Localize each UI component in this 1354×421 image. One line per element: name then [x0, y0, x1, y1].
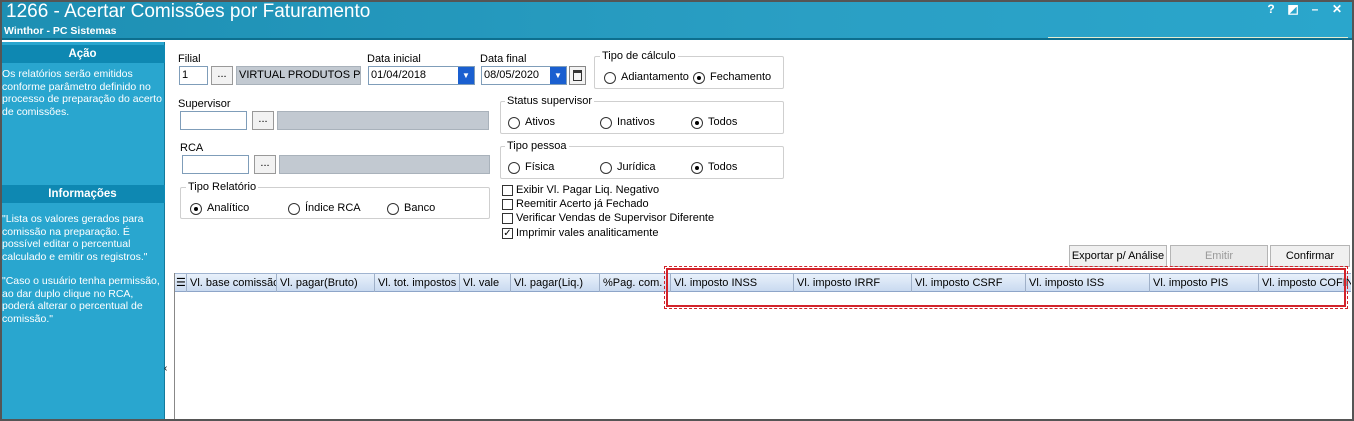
grid-menu-icon[interactable]: ☰: [175, 274, 187, 292]
radio-pessoa-fisica-label: Física: [525, 161, 555, 173]
radio-relatorio-analitico-label: Analítico: [207, 202, 250, 214]
info-header: Informações: [0, 185, 165, 203]
chevron-down-icon[interactable]: ▼: [458, 67, 474, 84]
chevron-down-icon[interactable]: ▼: [550, 67, 566, 84]
radio-status-inativos[interactable]: [600, 117, 612, 129]
exportar-analise-button[interactable]: Exportar p/ Análise: [1069, 245, 1167, 267]
checkbox-verificar-vendas-label: Verificar Vendas de Supervisor Diferente: [516, 212, 715, 224]
radio-status-todos[interactable]: [691, 117, 703, 129]
radio-relatorio-analitico[interactable]: [190, 203, 202, 215]
data-final-value: 08/05/2020: [484, 69, 540, 81]
title-divider: [1048, 37, 1348, 38]
tipo-pessoa-title: Tipo pessoa: [505, 140, 569, 152]
filial-search-button[interactable]: ...: [211, 66, 233, 85]
data-inicial-value: 01/04/2018: [371, 69, 427, 81]
minimize-icon[interactable]: –: [1306, 1, 1324, 17]
filial-label: Filial: [178, 53, 201, 65]
checkbox-imprimir-vales[interactable]: ✓: [502, 228, 513, 239]
rca-code-input[interactable]: [182, 155, 249, 174]
data-final-input[interactable]: 08/05/2020 ▼: [481, 66, 567, 85]
radio-pessoa-todos[interactable]: [691, 162, 703, 174]
filial-code-input[interactable]: 1: [179, 66, 208, 85]
info-text-1: "Lista os valores gerados para comissão …: [2, 213, 148, 263]
checkbox-exibir-negativo[interactable]: [502, 185, 513, 196]
comissoes-grid[interactable]: ☰ Vl. base comissão Vl. pagar(Bruto) Vl.…: [174, 273, 1351, 421]
chevron-left-icon[interactable]: ‹: [164, 362, 172, 376]
tipo-calculo-title: Tipo de cálculo: [600, 50, 678, 62]
sidebar: Ação Os relatórios serão emitidos confor…: [0, 42, 165, 421]
confirmar-button[interactable]: Confirmar: [1270, 245, 1350, 267]
col-vl-vale[interactable]: Vl. vale: [460, 274, 511, 292]
radio-pessoa-todos-label: Todos: [708, 161, 738, 173]
data-inicial-label: Data inicial: [367, 53, 421, 65]
supervisor-code-input[interactable]: [180, 111, 247, 130]
data-inicial-input[interactable]: 01/04/2018 ▼: [368, 66, 475, 85]
radio-fechamento-label: Fechamento: [710, 71, 772, 83]
data-final-label: Data final: [480, 53, 527, 65]
radio-fechamento[interactable]: [693, 72, 705, 84]
col-vl-imposto-iss[interactable]: Vl. imposto ISS: [1026, 274, 1150, 292]
col-vl-tot-impostos[interactable]: Vl. tot. impostos: [375, 274, 460, 292]
radio-adiantamento-label: Adiantamento: [621, 71, 689, 83]
radio-relatorio-indice-rca-label: Índice RCA: [305, 202, 361, 214]
radio-pessoa-fisica[interactable]: [508, 162, 520, 174]
checkbox-exibir-negativo-label: Exibir Vl. Pagar Liq. Negativo: [516, 184, 660, 196]
rca-name-field: [279, 155, 490, 174]
tipo-relatorio-title: Tipo Relatório: [186, 181, 259, 193]
rca-search-button[interactable]: ...: [254, 155, 276, 174]
col-vl-pagar-bruto[interactable]: Vl. pagar(Bruto): [277, 274, 375, 292]
checkbox-verificar-vendas[interactable]: [502, 213, 513, 224]
grid-header: ☰ Vl. base comissão Vl. pagar(Bruto) Vl.…: [175, 273, 1351, 292]
radio-status-todos-label: Todos: [708, 116, 738, 128]
radio-relatorio-banco-label: Banco: [404, 202, 436, 214]
supervisor-search-button[interactable]: ...: [252, 111, 274, 130]
checkbox-imprimir-vales-label: Imprimir vales analiticamente: [516, 227, 659, 239]
col-vl-imposto-pis[interactable]: Vl. imposto PIS: [1150, 274, 1259, 292]
filial-name-field: VIRTUAL PRODUTOS PES: [236, 66, 361, 85]
supervisor-label: Supervisor: [178, 98, 231, 110]
col-vl-imposto-csrf[interactable]: Vl. imposto CSRF: [912, 274, 1026, 292]
main-panel: Filial 1 ... VIRTUAL PRODUTOS PES Data i…: [164, 42, 1351, 421]
restore-icon[interactable]: ◩: [1284, 1, 1302, 17]
rca-label: RCA: [180, 142, 204, 154]
col-pag-com[interactable]: %Pag. com.: [600, 274, 671, 292]
help-icon[interactable]: ?: [1262, 1, 1280, 17]
acao-header: Ação: [0, 45, 165, 63]
window-subtitle: Winthor - PC Sistemas: [4, 25, 117, 37]
radio-adiantamento[interactable]: [604, 72, 616, 84]
info-text-2: "Caso o usuário tenha permissão, ao dar …: [2, 275, 160, 325]
emitir-button[interactable]: Emitir: [1170, 245, 1268, 267]
col-vl-imposto-cofins[interactable]: Vl. imposto COFINS: [1259, 274, 1351, 292]
radio-pessoa-juridica-label: Jurídica: [617, 161, 656, 173]
col-vl-base-comissao[interactable]: Vl. base comissão: [187, 274, 277, 292]
checkbox-reemitir-acerto[interactable]: [502, 199, 513, 210]
radio-relatorio-indice-rca[interactable]: [288, 203, 300, 215]
close-icon[interactable]: ✕: [1328, 1, 1346, 17]
col-vl-imposto-inss[interactable]: Vl. imposto INSS: [671, 274, 794, 292]
col-vl-pagar-liq[interactable]: Vl. pagar(Liq.): [511, 274, 600, 292]
calendar-icon[interactable]: [569, 66, 586, 85]
radio-status-ativos-label: Ativos: [525, 116, 555, 128]
title-bar: 1266 - Acertar Comissões por Faturamento…: [0, 0, 1354, 40]
radio-status-ativos[interactable]: [508, 117, 520, 129]
radio-relatorio-banco[interactable]: [387, 203, 399, 215]
window-title: 1266 - Acertar Comissões por Faturamento: [6, 1, 371, 22]
status-supervisor-title: Status supervisor: [505, 95, 594, 107]
col-vl-imposto-irrf[interactable]: Vl. imposto IRRF: [794, 274, 912, 292]
checkbox-reemitir-acerto-label: Reemitir Acerto já Fechado: [516, 198, 649, 210]
supervisor-name-field: [277, 111, 489, 130]
radio-status-inativos-label: Inativos: [617, 116, 655, 128]
acao-text: Os relatórios serão emitidos conforme pa…: [2, 68, 162, 118]
radio-pessoa-juridica[interactable]: [600, 162, 612, 174]
